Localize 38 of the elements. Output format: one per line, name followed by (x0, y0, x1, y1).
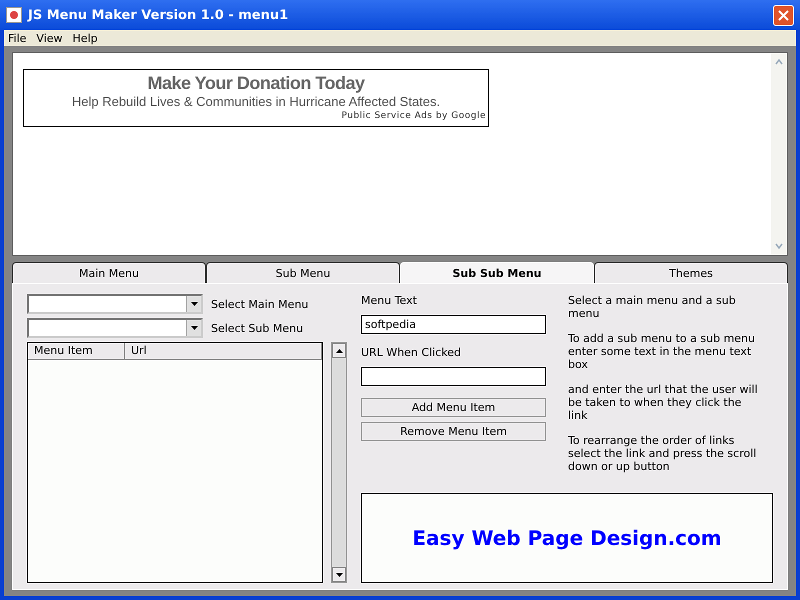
sub-menu-dropdown[interactable] (27, 318, 203, 338)
caret-icon (190, 302, 198, 306)
menu-item[interactable]: Help (72, 32, 98, 44)
menu-item[interactable]: View (36, 32, 63, 44)
field-label: Select Sub Menu (211, 322, 304, 334)
action-button[interactable]: Add Menu Item (361, 398, 546, 417)
scrollbar[interactable] (331, 342, 347, 583)
tab[interactable]: Sub Sub Menu (400, 262, 594, 283)
action-button[interactable]: Remove Menu Item (361, 422, 546, 441)
scroll-up-button[interactable] (332, 343, 346, 358)
menu-item[interactable]: File (8, 32, 26, 44)
field-label: Menu Text (361, 294, 417, 307)
tab[interactable]: Themes (594, 262, 788, 283)
tab[interactable]: Main Menu (12, 262, 206, 283)
main-menu-dropdown[interactable] (27, 294, 203, 314)
menu-text-field[interactable]: softpedia (361, 315, 546, 334)
field-label: Select Main Menu (211, 298, 308, 310)
banner-text: Easy Web Page Design.com (412, 526, 722, 550)
tab[interactable]: Sub Menu (206, 262, 400, 283)
ad-attribution: Public Service Ads by Google (341, 111, 486, 121)
column-header[interactable]: Menu Item (28, 343, 125, 359)
instruction-text: and enter the url that the user will be taken to when they click the link (568, 383, 759, 422)
column-header[interactable]: Url (125, 343, 322, 359)
scroll-down-button[interactable] (332, 567, 346, 582)
close-button[interactable] (773, 4, 794, 26)
ad-headline: Make Your Donation Today (147, 73, 365, 94)
instruction-text: To add a sub menu to a sub menu enter some text in the menu text box (568, 332, 756, 371)
down-arrow-icon (336, 572, 343, 576)
caret-icon (190, 326, 198, 330)
instruction-text: Select a main menu and a sub menu (568, 294, 737, 320)
instruction-text: To rearrange the order of links select the link and press the scroll down or up button (568, 434, 758, 473)
close-icon (778, 10, 789, 20)
window-title: JS Menu Maker Version 1.0 - menu1 (28, 8, 290, 22)
ad-text: Help Rebuild Lives & Communities in Hurricane Affected States. (72, 94, 440, 109)
app-icon (6, 7, 22, 23)
up-arrow-icon (336, 348, 343, 352)
url-field[interactable] (361, 367, 546, 386)
field-label: URL When Clicked (361, 346, 461, 359)
